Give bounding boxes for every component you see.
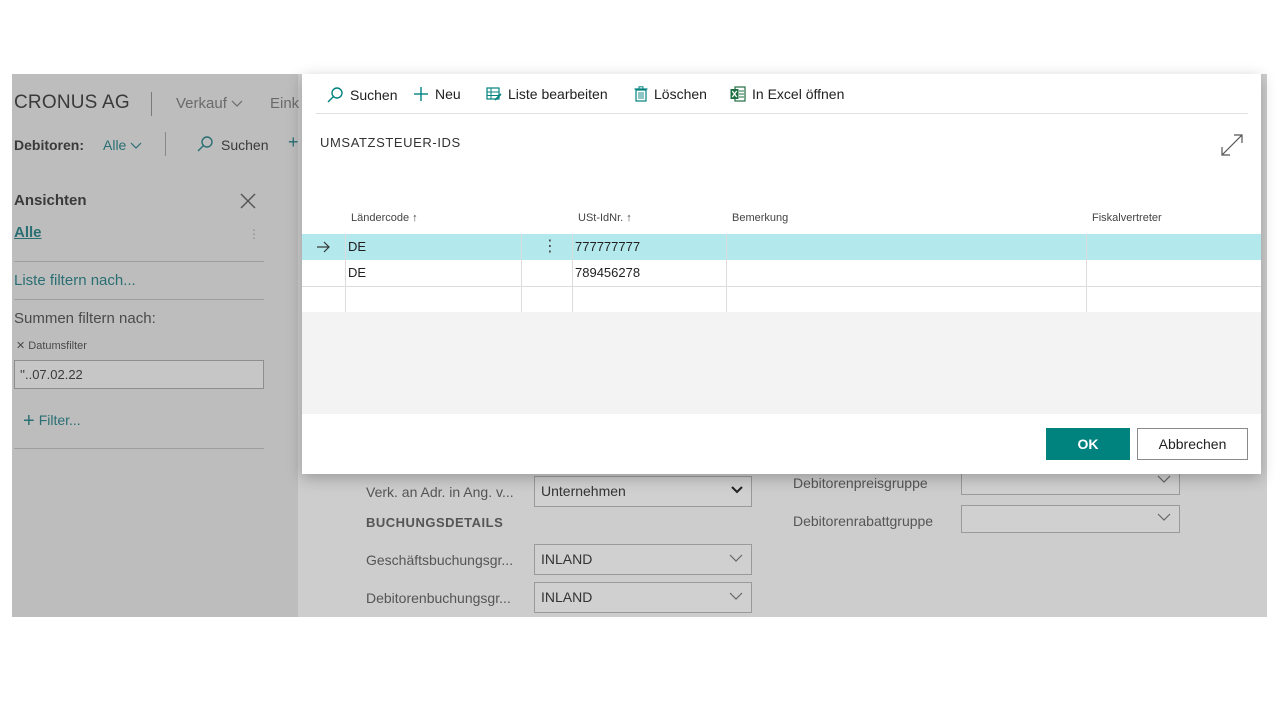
- sort-ascending-icon: ↑: [412, 212, 418, 224]
- discount-group-label: Debitorenrabattgruppe: [793, 513, 934, 529]
- expand-icon[interactable]: [1220, 133, 1244, 157]
- view-alle-link[interactable]: Alle: [14, 224, 42, 241]
- open-in-excel-label: In Excel öffnen: [752, 86, 845, 102]
- nav-verkauf-label: Verkauf: [176, 95, 227, 112]
- verk-select[interactable]: Unternehmen: [534, 476, 752, 507]
- vat-ids-dialog: Suchen Neu Liste bearbeiten Löschen In E…: [302, 74, 1261, 474]
- delete-label: Löschen: [654, 86, 707, 102]
- edit-list-label: Liste bearbeiten: [508, 86, 608, 102]
- date-filter-label-text: Datumsfilter: [28, 340, 87, 352]
- cell-country[interactable]: DE: [348, 234, 366, 260]
- search-icon: [327, 87, 343, 103]
- more-options-icon[interactable]: ⋮: [248, 227, 260, 241]
- open-in-excel-button[interactable]: In Excel öffnen: [730, 86, 844, 102]
- cell-fiscal[interactable]: [1090, 260, 1260, 286]
- edit-list-icon: [486, 87, 502, 101]
- column-country-label: Ländercode: [351, 212, 410, 224]
- gesch-select[interactable]: INLAND: [534, 544, 752, 575]
- company-name[interactable]: CRONUS AG: [14, 92, 130, 114]
- new-label: Neu: [435, 86, 461, 102]
- column-header-fiscal[interactable]: Fiskalvertreter: [1092, 212, 1162, 224]
- grid-line: [1086, 234, 1087, 312]
- plus-icon[interactable]: +: [288, 132, 299, 153]
- arrow-right-icon: [317, 241, 330, 253]
- add-filter-label: Filter...: [38, 412, 81, 428]
- plus-icon: +: [23, 410, 35, 432]
- cell-remark[interactable]: [730, 234, 1086, 260]
- divider: [14, 448, 264, 449]
- column-header-vat[interactable]: USt-IdNr. ↑: [578, 212, 632, 224]
- search-button[interactable]: Suchen: [221, 137, 268, 153]
- gesch-label: Geschäftsbuchungsgr...: [366, 552, 514, 568]
- chevron-down-icon: [731, 486, 743, 494]
- cell-remark[interactable]: [730, 260, 1086, 286]
- deb-booking-select[interactable]: INLAND: [534, 582, 752, 613]
- views-pane: CRONUS AG Verkauf Debitoren: Alle Suchen…: [12, 74, 298, 617]
- customers-label: Debitoren:: [14, 137, 84, 153]
- discount-group-select[interactable]: [961, 505, 1180, 533]
- chevron-down-icon: [729, 554, 743, 562]
- sort-ascending-icon: ↑: [626, 212, 632, 224]
- table-row[interactable]: DE ⋮ 777777777: [302, 234, 1261, 260]
- customers-filter-dropdown[interactable]: Alle: [103, 137, 142, 153]
- remove-filter-icon[interactable]: ✕: [16, 340, 25, 352]
- chevron-down-icon: [729, 592, 743, 600]
- dialog-toolbar: Suchen Neu Liste bearbeiten Löschen In E…: [316, 74, 1248, 114]
- verk-label: Verk. an Adr. in Ang. v...: [366, 484, 514, 500]
- brand-separator: [151, 92, 152, 116]
- search-icon[interactable]: [196, 135, 214, 153]
- chevron-down-icon: [231, 100, 243, 107]
- divider: [14, 299, 264, 300]
- cell-vat[interactable]: 789456278: [575, 260, 640, 286]
- close-icon[interactable]: [238, 191, 258, 211]
- column-vat-label: USt-IdNr.: [578, 212, 624, 224]
- edit-list-button[interactable]: Liste bearbeiten: [486, 86, 608, 102]
- new-button[interactable]: Neu: [413, 86, 461, 102]
- deb-booking-label: Debitorenbuchungsgr...: [366, 590, 511, 606]
- verk-value: Unternehmen: [541, 483, 626, 499]
- trash-icon: [634, 86, 648, 102]
- date-filter-input[interactable]: [14, 360, 264, 389]
- dialog-title: UMSATZSTEUER-IDS: [320, 135, 461, 150]
- row-actions-icon[interactable]: ⋮: [542, 234, 558, 260]
- search-label: Suchen: [350, 87, 398, 103]
- chevron-down-icon: [1157, 475, 1171, 483]
- delete-button[interactable]: Löschen: [634, 86, 707, 102]
- table-row[interactable]: DE 789456278: [302, 260, 1261, 286]
- gesch-value: INLAND: [541, 551, 593, 567]
- grid-line: [345, 234, 346, 312]
- booking-details-title: BUCHUNGSDETAILS: [366, 515, 504, 530]
- cancel-button[interactable]: Abbrechen: [1137, 428, 1248, 460]
- column-header-country[interactable]: Ländercode ↑: [351, 212, 418, 224]
- date-filter-label[interactable]: ✕ Datumsfilter: [16, 339, 87, 352]
- table-row-empty[interactable]: [302, 286, 1261, 312]
- plus-icon: [414, 87, 428, 101]
- chevron-down-icon: [130, 142, 142, 149]
- deb-booking-value: INLAND: [541, 589, 593, 605]
- views-title: Ansichten: [14, 192, 87, 209]
- column-header-remark[interactable]: Bemerkung: [732, 212, 788, 224]
- nav-eink[interactable]: Eink: [270, 95, 299, 112]
- ok-button[interactable]: OK: [1046, 428, 1130, 460]
- filter-list-link[interactable]: Liste filtern nach...: [14, 272, 136, 289]
- price-group-label: Debitorenpreisgruppe: [793, 475, 928, 491]
- cell-fiscal[interactable]: [1090, 234, 1260, 260]
- grid-line: [726, 234, 727, 312]
- cell-country[interactable]: DE: [348, 260, 366, 286]
- excel-icon: [730, 86, 746, 102]
- chevron-down-icon: [1157, 513, 1171, 521]
- divider: [14, 261, 264, 262]
- add-filter-button[interactable]: + Filter...: [23, 410, 81, 433]
- toolbar-separator: [165, 132, 166, 156]
- grid-line: [302, 286, 1261, 287]
- nav-verkauf[interactable]: Verkauf: [176, 95, 243, 112]
- customers-filter-value: Alle: [103, 137, 127, 153]
- search-button[interactable]: Suchen: [326, 86, 397, 104]
- grid-line: [572, 234, 573, 312]
- sum-filter-heading: Summen filtern nach:: [14, 310, 156, 327]
- grid-line: [521, 234, 522, 312]
- cell-vat[interactable]: 777777777: [575, 234, 640, 260]
- grid-empty-area: [302, 312, 1261, 414]
